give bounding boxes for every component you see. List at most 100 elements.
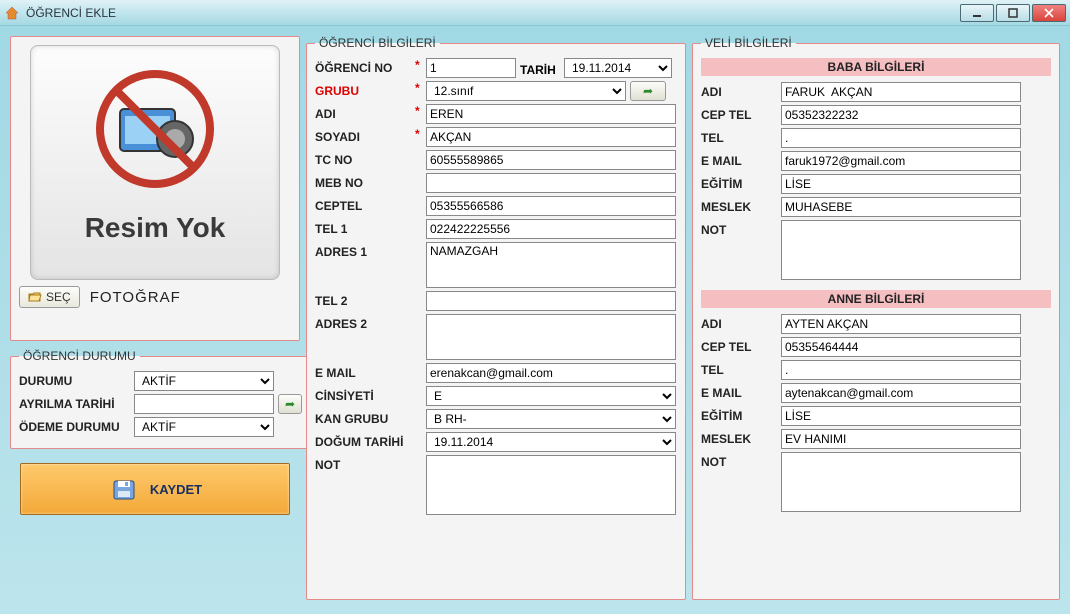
grubu-label: GRUBU (315, 81, 415, 98)
photo-label: FOTOĞRAF (90, 289, 181, 306)
adres1-input[interactable]: NAMAZGAH (426, 242, 676, 288)
window-buttons (960, 4, 1066, 22)
adi-label: ADI (315, 104, 415, 121)
ceptel-label: CEPTEL (315, 196, 415, 213)
adres2-input[interactable] (426, 314, 676, 360)
dogum-label: DOĞUM TARİHİ (315, 432, 415, 449)
ogrenci-not-input[interactable] (426, 455, 676, 515)
anne-adi-input[interactable] (781, 314, 1021, 334)
tel2-label: TEL 2 (315, 291, 415, 308)
titlebar: ÖĞRENCİ EKLE (0, 0, 1070, 26)
anne-not-input[interactable] (781, 452, 1021, 512)
ayrilma-go-button[interactable] (278, 394, 302, 414)
ogrenci-legend: ÖĞRENCİ BİLGİLERİ (315, 36, 440, 50)
folder-open-icon (28, 290, 42, 304)
anne-tel-label: TEL (701, 360, 781, 377)
adi-input[interactable] (426, 104, 676, 124)
anne-adi-label: ADI (701, 314, 781, 331)
soyadi-input[interactable] (426, 127, 676, 147)
grubu-go-button[interactable] (630, 81, 666, 101)
baba-meslek-input[interactable] (781, 197, 1021, 217)
anne-email-label: E MAIL (701, 383, 781, 400)
baba-egitim-input[interactable] (781, 174, 1021, 194)
no-photo-text: Resim Yok (85, 212, 226, 244)
kan-label: KAN GRUBU (315, 409, 415, 426)
ogrenci-no-input[interactable] (426, 58, 516, 78)
ogrenci-fieldset: ÖĞRENCİ BİLGİLERİ ÖĞRENCİ NO * TARİH 19.… (306, 36, 686, 600)
baba-not-input[interactable] (781, 220, 1021, 280)
durumu-label: DURUMU (19, 371, 134, 388)
anne-meslek-input[interactable] (781, 429, 1021, 449)
ayrilma-label: AYRILMA TARİHİ (19, 394, 134, 411)
tcno-label: TC NO (315, 150, 415, 167)
anne-egitim-input[interactable] (781, 406, 1021, 426)
odeme-label: ÖDEME DURUMU (19, 417, 134, 434)
kan-select[interactable]: B RH- (426, 409, 676, 429)
baba-adi-label: ADI (701, 82, 781, 99)
adres1-label: ADRES 1 (315, 242, 415, 259)
cinsiyet-select[interactable]: E (426, 386, 676, 406)
tcno-input[interactable] (426, 150, 676, 170)
close-button[interactable] (1032, 4, 1066, 22)
arrow-icon (285, 397, 295, 411)
baba-header: BABA BİLGİLERİ (701, 58, 1051, 76)
photo-placeholder: Resim Yok (30, 45, 280, 280)
tarih-label: TARİH (520, 60, 560, 77)
anne-tel-input[interactable] (781, 360, 1021, 380)
required-mark: * (415, 81, 423, 95)
save-icon (108, 473, 140, 505)
anne-header: ANNE BİLGİLERİ (701, 290, 1051, 308)
anne-meslek-label: MESLEK (701, 429, 781, 446)
tel1-input[interactable] (426, 219, 676, 239)
dogum-select[interactable]: 19.11.2014 (426, 432, 676, 452)
select-photo-button[interactable]: SEÇ (19, 286, 80, 308)
anne-ceptel-input[interactable] (781, 337, 1021, 357)
mebno-label: MEB NO (315, 173, 415, 190)
tel1-label: TEL 1 (315, 219, 415, 236)
tarih-select[interactable]: 19.11.2014 (564, 58, 672, 78)
window-title: ÖĞRENCİ EKLE (26, 6, 116, 20)
baba-ceptel-label: CEP TEL (701, 105, 781, 122)
ogrenci-no-label: ÖĞRENCİ NO (315, 58, 415, 75)
email-label: E MAIL (315, 363, 415, 380)
baba-adi-input[interactable] (781, 82, 1021, 102)
cinsiyet-label: CİNSİYETİ (315, 386, 415, 403)
baba-not-label: NOT (701, 220, 781, 237)
adres2-label: ADRES 2 (315, 314, 415, 331)
odeme-select[interactable]: AKTİF (134, 417, 274, 437)
anne-not-label: NOT (701, 452, 781, 469)
photo-fieldset: Resim Yok SEÇ FOTOĞRAF (10, 36, 300, 341)
required-mark: * (415, 58, 423, 72)
baba-tel-label: TEL (701, 128, 781, 145)
ceptel-input[interactable] (426, 196, 676, 216)
app-icon (4, 5, 20, 21)
anne-ceptel-label: CEP TEL (701, 337, 781, 354)
ayrilma-input[interactable] (134, 394, 274, 414)
grubu-select[interactable]: 12.sınıf (426, 81, 626, 101)
durumu-select[interactable]: AKTİF (134, 371, 274, 391)
veli-legend: VELİ BİLGİLERİ (701, 36, 796, 50)
minimize-button[interactable] (960, 4, 994, 22)
required-mark: * (415, 127, 423, 141)
baba-tel-input[interactable] (781, 128, 1021, 148)
soyadi-label: SOYADI (315, 127, 415, 144)
veli-fieldset: VELİ BİLGİLERİ BABA BİLGİLERİ ADI CEP TE… (692, 36, 1060, 600)
ogrenci-not-label: NOT (315, 455, 415, 472)
save-label: KAYDET (150, 482, 202, 497)
durum-legend: ÖĞRENCİ DURUMU (19, 349, 140, 363)
email-input[interactable] (426, 363, 676, 383)
anne-egitim-label: EĞİTİM (701, 406, 781, 423)
tel2-input[interactable] (426, 291, 676, 311)
durum-fieldset: ÖĞRENCİ DURUMU DURUMU AKTİF AYRILMA TARİ… (10, 349, 311, 449)
baba-meslek-label: MESLEK (701, 197, 781, 214)
baba-email-input[interactable] (781, 151, 1021, 171)
mebno-input[interactable] (426, 173, 676, 193)
baba-ceptel-input[interactable] (781, 105, 1021, 125)
anne-email-input[interactable] (781, 383, 1021, 403)
baba-egitim-label: EĞİTİM (701, 174, 781, 191)
required-mark: * (415, 104, 423, 118)
maximize-button[interactable] (996, 4, 1030, 22)
arrow-icon (643, 84, 653, 98)
save-button[interactable]: KAYDET (20, 463, 290, 515)
select-photo-label: SEÇ (46, 290, 71, 304)
